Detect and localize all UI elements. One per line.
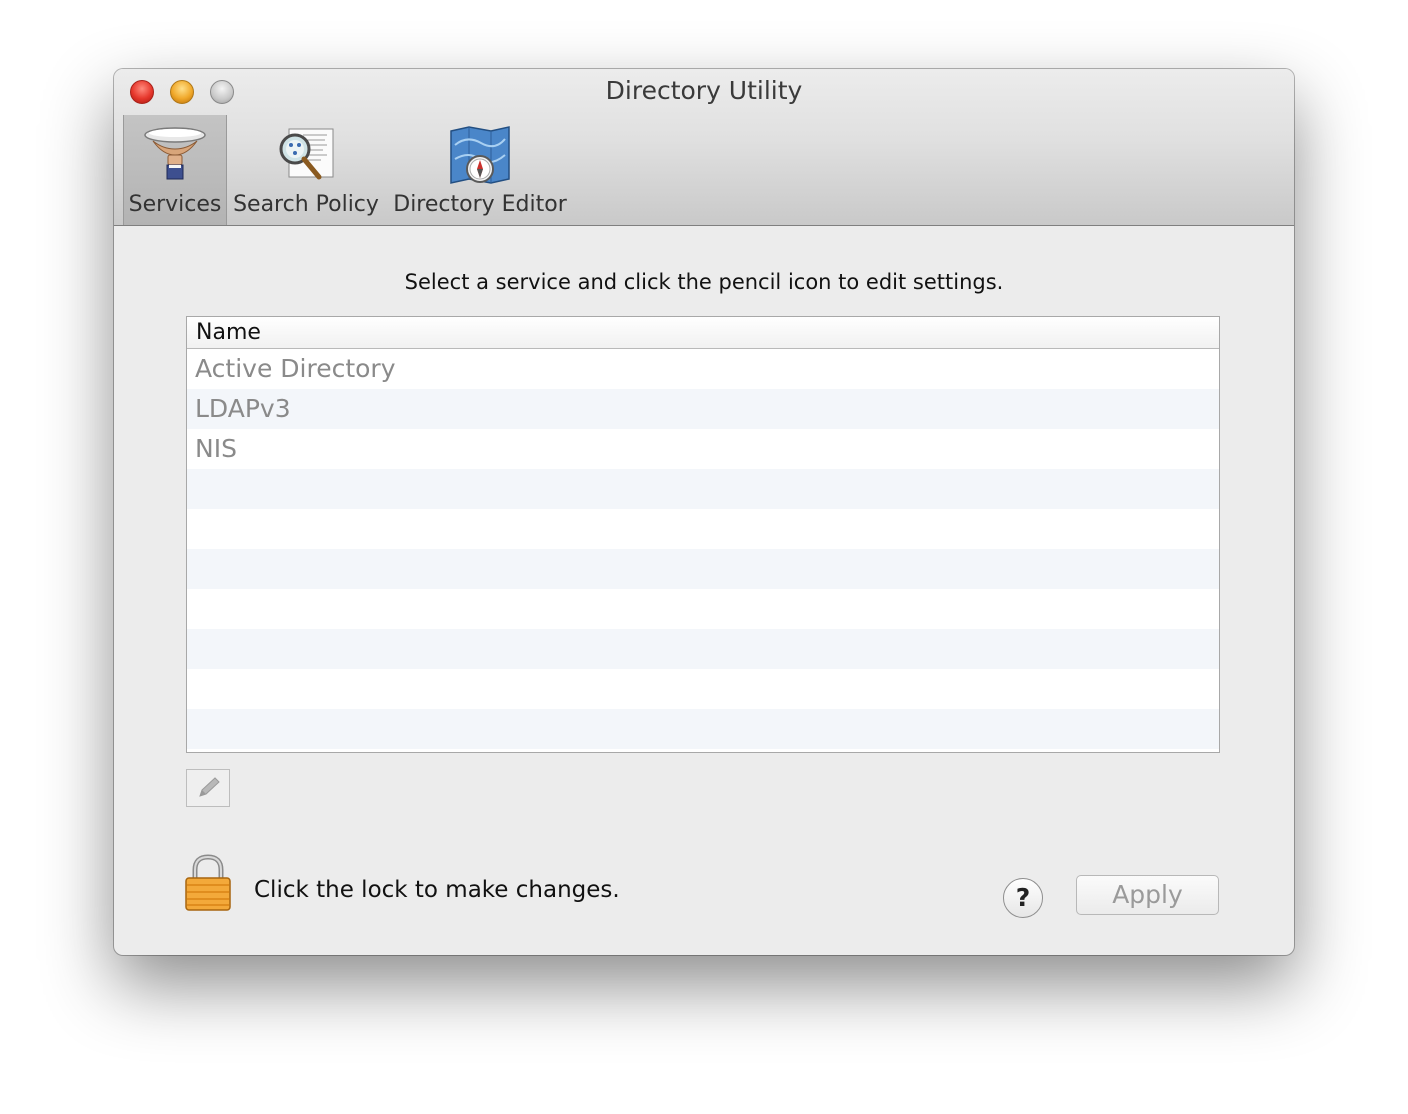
lock-message: Click the lock to make changes. xyxy=(254,877,620,903)
edit-service-button[interactable] xyxy=(186,769,230,807)
empty-row xyxy=(187,549,1219,589)
empty-row xyxy=(187,669,1219,709)
window-title: Directory Utility xyxy=(605,76,803,105)
empty-row xyxy=(187,509,1219,549)
toolbar-item-directory-editor[interactable]: Directory Editor xyxy=(390,115,570,225)
lock-icon xyxy=(185,854,231,911)
toolbar-item-services[interactable]: Services xyxy=(123,115,227,225)
title-toolbar-bar: Directory Utility Services Search Policy… xyxy=(114,69,1294,226)
services-icon xyxy=(143,125,207,187)
toolbar-label-search-policy: Search Policy xyxy=(233,192,379,217)
table-row[interactable]: NIS xyxy=(187,429,1219,469)
table-row[interactable]: LDAPv3 xyxy=(187,389,1219,429)
pencil-icon xyxy=(199,777,220,797)
services-table[interactable]: Name Active Directory LDAPv3 NIS xyxy=(186,316,1220,753)
empty-row xyxy=(187,589,1219,629)
empty-row xyxy=(187,629,1219,669)
apply-button[interactable]: Apply xyxy=(1076,875,1219,915)
empty-row xyxy=(187,709,1219,749)
directory-editor-icon xyxy=(447,125,513,191)
table-row[interactable]: Active Directory xyxy=(187,349,1219,389)
toolbar-item-search-policy[interactable]: Search Policy xyxy=(232,115,380,225)
directory-utility-window: Directory Utility Services Search Policy… xyxy=(114,69,1294,955)
column-header-name[interactable]: Name xyxy=(187,317,1219,349)
toolbar-label-directory-editor: Directory Editor xyxy=(393,192,567,217)
empty-row xyxy=(187,469,1219,509)
instruction-text: Select a service and click the pencil ic… xyxy=(404,270,1004,294)
lock-button[interactable] xyxy=(184,854,232,916)
toolbar-label-services: Services xyxy=(128,192,222,217)
search-policy-icon xyxy=(273,125,339,189)
help-button[interactable]: ? xyxy=(1003,878,1043,918)
